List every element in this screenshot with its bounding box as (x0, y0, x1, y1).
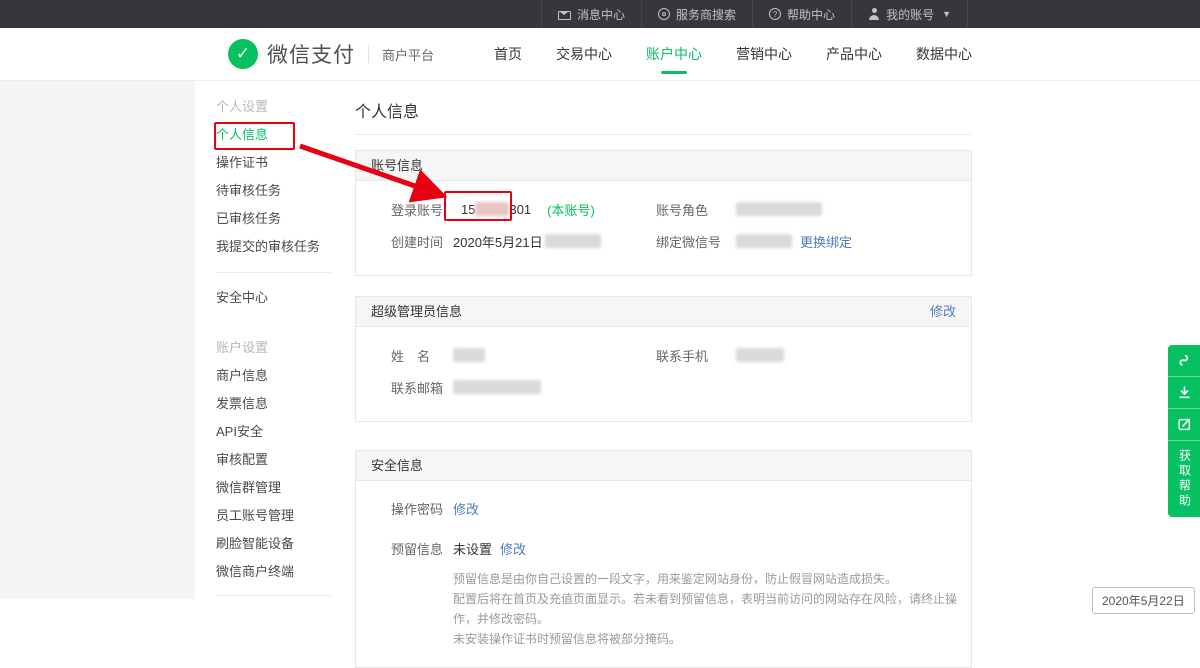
floating-help-widget: 获取帮助 (1168, 345, 1200, 517)
topbar-item[interactable]: ? 帮助中心 (752, 0, 851, 28)
get-help-button[interactable]: 获取帮助 (1168, 441, 1200, 517)
sidebar-divider (216, 595, 331, 596)
description-line: 未安装操作证书时预留信息将被部分掩码。 (453, 629, 971, 649)
sidebar-item-wechat-merchant-terminal[interactable]: 微信商户终端 (195, 558, 345, 586)
nav-home[interactable]: 首页 (494, 28, 522, 80)
page-title: 个人信息 (355, 81, 972, 135)
sidebar-item-reviewed-tasks[interactable]: 已审核任务 (195, 205, 345, 233)
primary-nav: 首页交易中心账户中心营销中心产品中心数据中心 (494, 28, 972, 80)
current-account-note: (本账号) (547, 200, 595, 219)
redacted-created-time (545, 234, 601, 248)
brand-title: 微信支付 (267, 39, 355, 69)
sidebar: 个人设置个人信息操作证书待审核任务已审核任务我提交的审核任务安全中心账户设置商户… (195, 81, 345, 599)
description-line: 预留信息是由你自己设置的一段文字，用来鉴定网站身份，防止假冒网站造成损失。 (453, 569, 971, 589)
sidebar-item-api-security[interactable]: API安全 (195, 418, 345, 446)
get-help-label: 获取帮助 (1176, 449, 1193, 509)
reserved-info-status: 未设置 (453, 539, 492, 558)
topbar-item[interactable]: 服务商搜索 (641, 0, 752, 28)
section-title: 账号信息 (371, 151, 423, 180)
topbar-item-label: 帮助中心 (787, 6, 835, 23)
nav-trade-center[interactable]: 交易中心 (556, 28, 612, 80)
redacted-email (453, 380, 541, 394)
sidebar-group-personal-settings-header: 个人设置 (195, 93, 345, 121)
bound-wechat-label: 绑定微信号 (656, 232, 736, 251)
change-binding-link[interactable]: 更换绑定 (800, 232, 852, 251)
chevron-down-icon: ▼ (942, 9, 951, 19)
login-account-label: 登录账号 (391, 200, 453, 219)
sidebar-item-my-submitted-review-tasks[interactable]: 我提交的审核任务 (195, 233, 345, 261)
account-info-card: 账号信息 登录账号 15 301 (本账号) 账号角色 (355, 150, 972, 276)
edit-password-link[interactable]: 修改 (453, 499, 479, 518)
sidebar-item-security-center[interactable]: 安全中心 (195, 284, 345, 312)
sidebar-item-personal-info[interactable]: 个人信息 (195, 121, 345, 149)
nav-product-center[interactable]: 产品中心 (826, 28, 882, 80)
sidebar-item-wechat-group-management[interactable]: 微信群管理 (195, 474, 345, 502)
logo[interactable]: ✓ 微信支付 商户平台 (228, 28, 434, 80)
security-info-card: 安全信息 操作密码 修改 预留信息 未设置 修改 预留信息是由你自己设置的一段文… (355, 450, 972, 668)
topbar-item[interactable]: 我的账号 ▼ (851, 0, 968, 28)
created-time-label: 创建时间 (391, 232, 453, 251)
operation-password-label: 操作密码 (391, 499, 453, 518)
wechat-pay-logo-icon: ✓ (228, 39, 258, 69)
nav-data-center[interactable]: 数据中心 (916, 28, 972, 80)
sidebar-group-account-settings-header: 账户设置 (195, 334, 345, 362)
redacted-name (453, 348, 485, 362)
section-title: 超级管理员信息 (371, 297, 462, 326)
site-header: ✓ 微信支付 商户平台 首页交易中心账户中心营销中心产品中心数据中心 (0, 28, 1200, 81)
account-role-label: 账号角色 (656, 200, 736, 219)
left-gray-strip (0, 81, 195, 599)
sidebar-item-merchant-info[interactable]: 商户信息 (195, 362, 345, 390)
search-icon (658, 8, 670, 20)
reserved-info-description: 预留信息是由你自己设置的一段文字，用来鉴定网站身份，防止假冒网站造成损失。配置后… (453, 569, 971, 649)
topbar-item[interactable]: 消息中心 (541, 0, 641, 28)
edit-reserved-info-link[interactable]: 修改 (500, 539, 526, 558)
sidebar-item-invoice-info[interactable]: 发票信息 (195, 390, 345, 418)
redacted-login-digits (475, 202, 509, 216)
description-line: 配置后将在首页及充值页面显示。若未看到预留信息，表明当前访问的网站存在风险，请终… (453, 589, 971, 629)
created-time-value: 2020年5月21日 (453, 232, 601, 251)
portal-label: 商户平台 (382, 45, 434, 64)
account-info-card-header: 账号信息 (356, 151, 971, 181)
mail-icon (558, 11, 571, 20)
main-content: 个人信息 账号信息 登录账号 15 301 (本账号) 账号角色 (355, 81, 972, 668)
super-admin-card-header: 超级管理员信息 修改 (356, 297, 971, 327)
question-icon: ? (769, 8, 781, 20)
nav-account-center[interactable]: 账户中心 (646, 28, 702, 80)
user-icon (868, 8, 880, 20)
section-title: 安全信息 (371, 451, 423, 480)
sidebar-item-operation-certificate[interactable]: 操作证书 (195, 149, 345, 177)
name-label: 姓 名 (391, 346, 453, 365)
topbar-item-label: 我的账号 (886, 6, 934, 23)
contact-email-label: 联系邮箱 (391, 378, 453, 397)
sidebar-divider (216, 272, 331, 273)
download-icon[interactable] (1168, 377, 1200, 409)
nav-marketing-center[interactable]: 营销中心 (736, 28, 792, 80)
edit-icon[interactable] (1168, 409, 1200, 441)
sidebar-item-staff-account-management[interactable]: 员工账号管理 (195, 502, 345, 530)
top-utility-bar: 消息中心 服务商搜索? 帮助中心 我的账号 ▼ (0, 0, 1200, 28)
sidebar-item-pending-review-tasks[interactable]: 待审核任务 (195, 177, 345, 205)
contact-phone-label: 联系手机 (656, 346, 736, 365)
redacted-wechat-id (736, 234, 792, 248)
login-account-value: 15 301 (453, 198, 539, 221)
divider (368, 45, 369, 63)
redacted-phone (736, 348, 784, 362)
reserved-info-label: 预留信息 (391, 539, 453, 558)
security-info-card-header: 安全信息 (356, 451, 971, 481)
date-tooltip: 2020年5月22日 (1092, 587, 1195, 614)
topbar-item-label: 服务商搜索 (676, 6, 736, 23)
sidebar-item-face-payment-devices[interactable]: 刷脸智能设备 (195, 530, 345, 558)
link-icon[interactable] (1168, 345, 1200, 377)
edit-admin-link[interactable]: 修改 (930, 297, 956, 326)
topbar-item-label: 消息中心 (577, 6, 625, 23)
redacted-account-role (736, 202, 822, 216)
sidebar-item-review-config[interactable]: 审核配置 (195, 446, 345, 474)
super-admin-card: 超级管理员信息 修改 姓 名 联系手机 联系邮箱 (355, 296, 972, 422)
